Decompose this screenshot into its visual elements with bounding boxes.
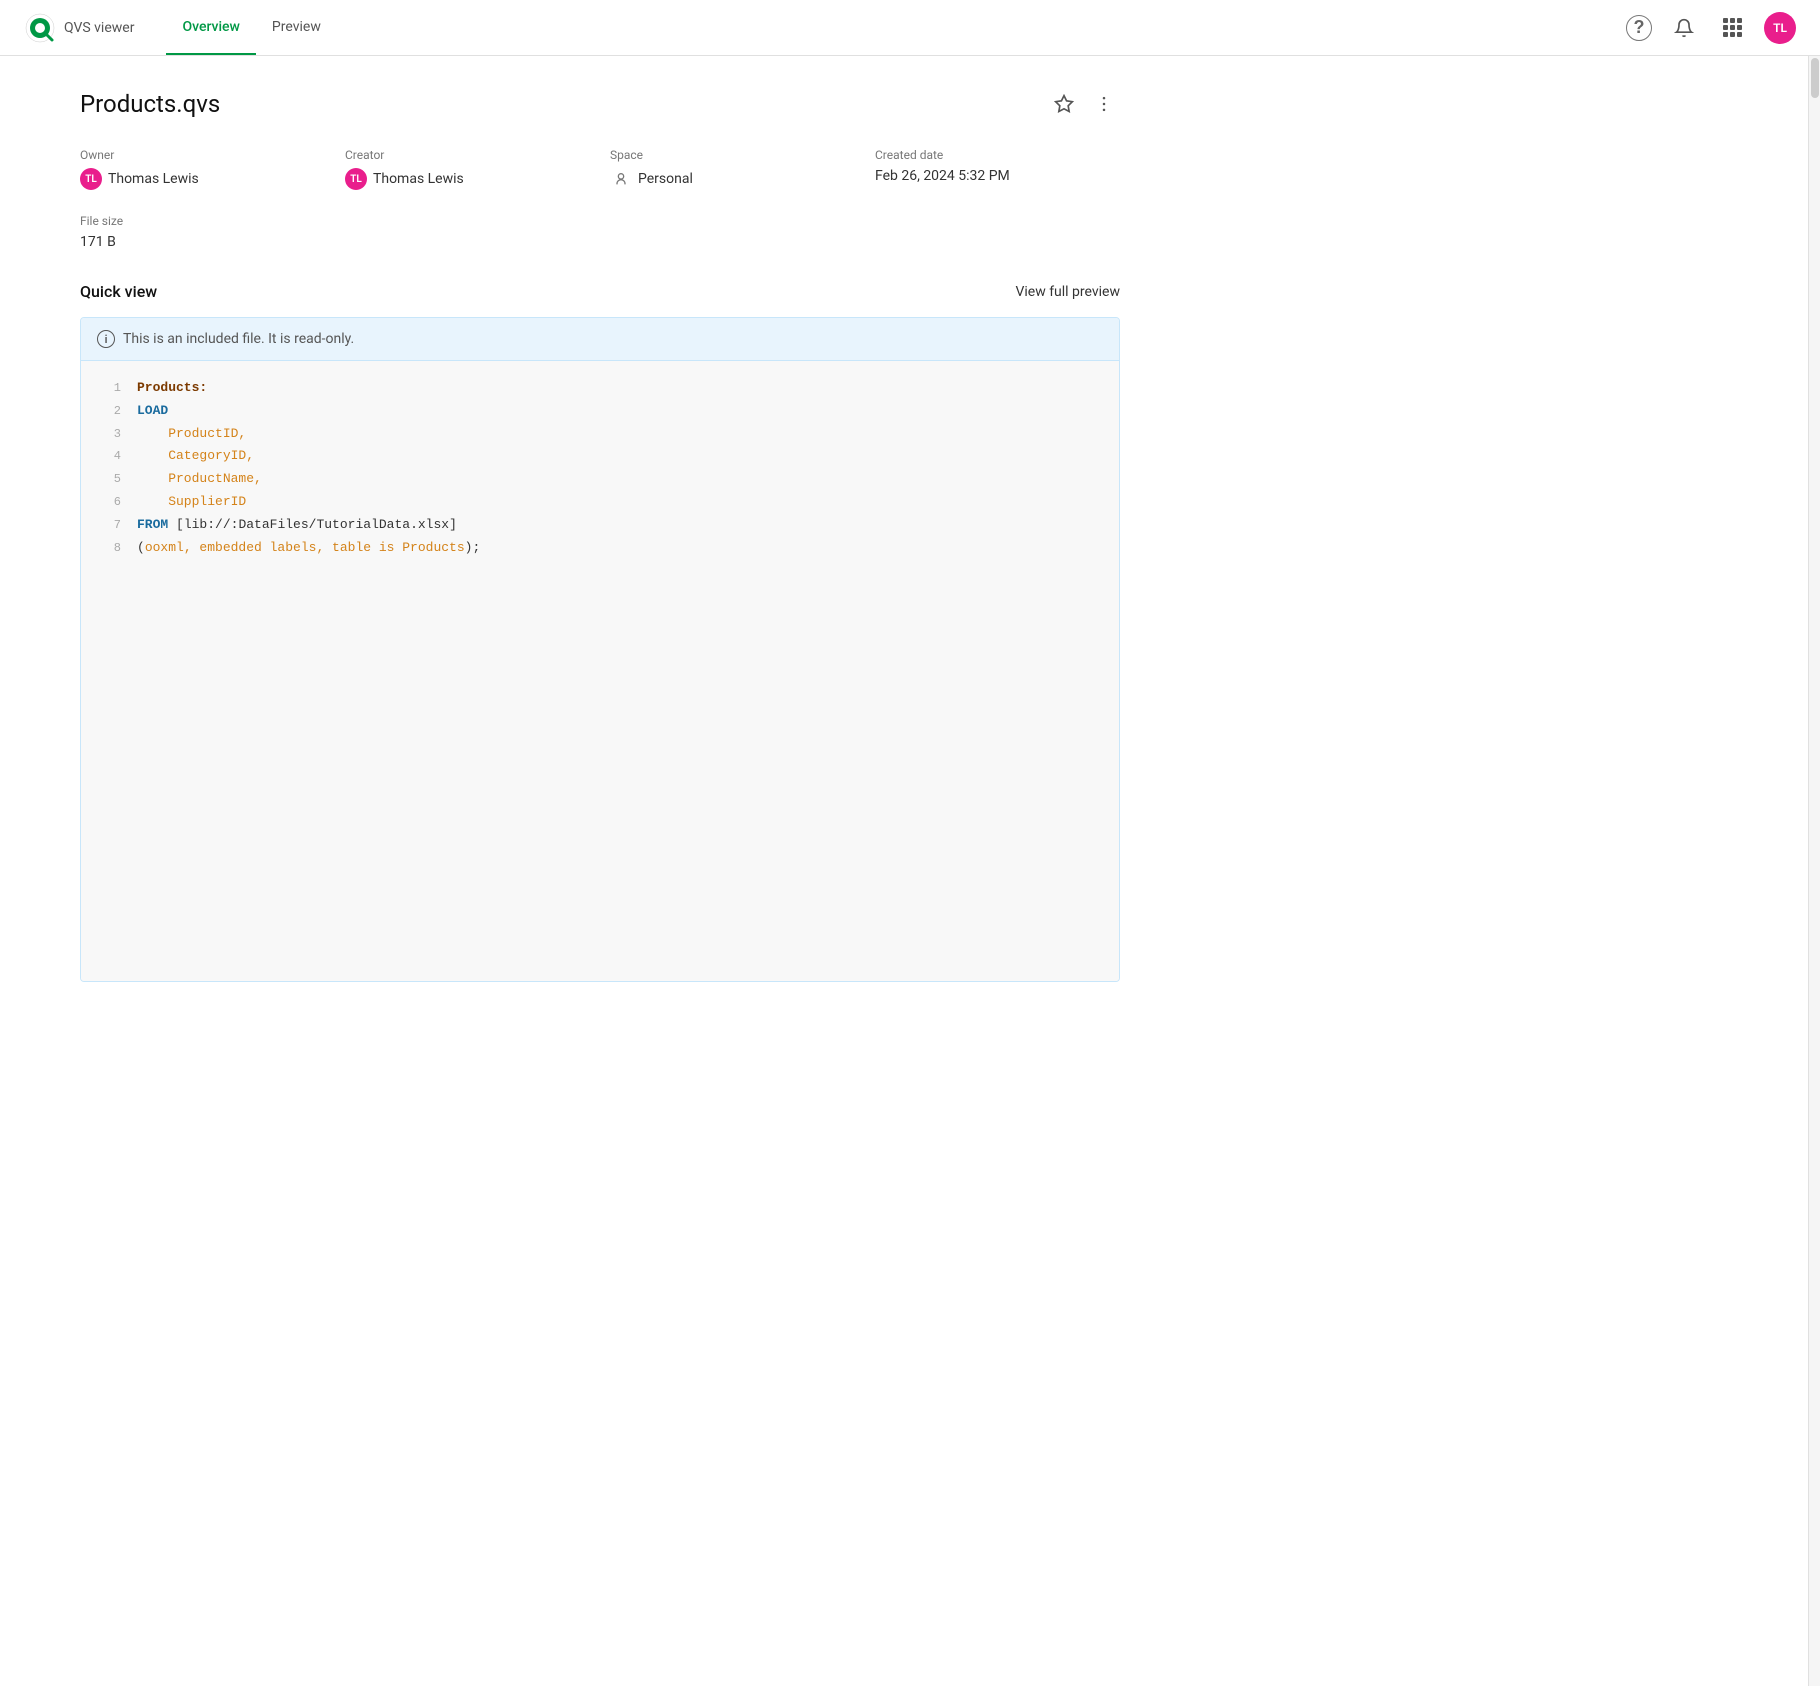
owner-name: Thomas Lewis xyxy=(108,171,199,187)
favorite-button[interactable] xyxy=(1048,88,1080,120)
meta-owner: Owner TL Thomas Lewis xyxy=(80,148,325,190)
line-num-3: 3 xyxy=(97,425,121,444)
created-date: Feb 26, 2024 5:32 PM xyxy=(875,168,1010,184)
readonly-banner: i This is an included file. It is read-o… xyxy=(81,318,1119,361)
view-full-preview-link[interactable]: View full preview xyxy=(1015,284,1120,300)
code-text-7: FROM [lib://:DataFiles/TutorialData.xlsx… xyxy=(137,515,457,536)
metadata-grid: Owner TL Thomas Lewis Creator TL Thomas … xyxy=(80,148,1120,190)
code-text-2: LOAD xyxy=(137,401,168,422)
code-line-8: 8 (ooxml, embedded labels, table is Prod… xyxy=(81,537,1119,560)
more-icon xyxy=(1094,94,1114,114)
space-label: Space xyxy=(610,148,855,162)
line-num-7: 7 xyxy=(97,516,121,535)
space-icon xyxy=(610,168,632,190)
filesize-text: 171 B xyxy=(80,234,116,250)
filesize-row: File size 171 B xyxy=(80,214,1120,250)
code-text-1: Products: xyxy=(137,378,207,399)
more-options-button[interactable] xyxy=(1088,88,1120,120)
code-text-3: ProductID, xyxy=(137,424,246,445)
creator-label: Creator xyxy=(345,148,590,162)
code-line-1: 1 Products: xyxy=(81,377,1119,400)
scrollbar[interactable] xyxy=(1808,56,1820,1686)
line-num-8: 8 xyxy=(97,539,121,558)
help-button[interactable]: ? xyxy=(1626,15,1652,41)
page-title-row: Products.qvs xyxy=(80,88,1120,120)
meta-creator: Creator TL Thomas Lewis xyxy=(345,148,590,190)
owner-value: TL Thomas Lewis xyxy=(80,168,325,190)
main-content: Products.qvs Owner TL Thomas Lewis xyxy=(0,56,1200,1014)
line-num-6: 6 xyxy=(97,493,121,512)
info-icon: i xyxy=(97,330,115,348)
star-icon xyxy=(1054,94,1074,114)
code-line-2: 2 LOAD xyxy=(81,400,1119,423)
line-num-2: 2 xyxy=(97,402,121,421)
title-actions xyxy=(1048,88,1120,120)
app-launcher-button[interactable] xyxy=(1716,12,1748,44)
bell-icon xyxy=(1674,18,1694,38)
code-line-5: 5 ProductName, xyxy=(81,468,1119,491)
code-text-4: CategoryID, xyxy=(137,446,254,467)
main-nav: Overview Preview xyxy=(166,0,336,55)
code-text-6: SupplierID xyxy=(137,492,246,513)
filesize-label: File size xyxy=(80,214,1120,228)
space-name: Personal xyxy=(638,171,693,187)
line-num-1: 1 xyxy=(97,379,121,398)
scroll-thumb xyxy=(1811,58,1819,98)
line-num-5: 5 xyxy=(97,470,121,489)
code-text-5: ProductName, xyxy=(137,469,262,490)
user-avatar[interactable]: TL xyxy=(1764,12,1796,44)
quickview-title: Quick view xyxy=(80,282,157,301)
readonly-message: This is an included file. It is read-onl… xyxy=(123,331,354,347)
header-actions: ? TL xyxy=(1626,12,1796,44)
tab-overview[interactable]: Overview xyxy=(166,0,255,55)
line-num-4: 4 xyxy=(97,447,121,466)
created-value: Feb 26, 2024 5:32 PM xyxy=(875,168,1120,184)
quickview-header: Quick view View full preview xyxy=(80,282,1120,301)
code-line-7: 7 FROM [lib://:DataFiles/TutorialData.xl… xyxy=(81,514,1119,537)
creator-value: TL Thomas Lewis xyxy=(345,168,590,190)
creator-avatar: TL xyxy=(345,168,367,190)
creator-name: Thomas Lewis xyxy=(373,171,464,187)
tab-preview[interactable]: Preview xyxy=(256,0,337,55)
grid-icon xyxy=(1723,18,1742,37)
app-name-label: QVS viewer xyxy=(64,20,134,36)
meta-space: Space Personal xyxy=(610,148,855,190)
code-viewer: i This is an included file. It is read-o… xyxy=(80,317,1120,982)
app-header: QVS viewer Overview Preview ? TL xyxy=(0,0,1820,56)
code-area: 1 Products: 2 LOAD 3 ProductID, 4 Catego… xyxy=(81,361,1119,981)
space-value: Personal xyxy=(610,168,855,190)
meta-created: Created date Feb 26, 2024 5:32 PM xyxy=(875,148,1120,190)
code-line-4: 4 CategoryID, xyxy=(81,445,1119,468)
code-text-8: (ooxml, embedded labels, table is Produc… xyxy=(137,538,480,559)
notifications-button[interactable] xyxy=(1668,12,1700,44)
created-label: Created date xyxy=(875,148,1120,162)
owner-avatar: TL xyxy=(80,168,102,190)
page-title: Products.qvs xyxy=(80,90,220,118)
filesize-value: 171 B xyxy=(80,234,1120,250)
qlik-logo: QVS viewer xyxy=(24,12,150,44)
code-line-3: 3 ProductID, xyxy=(81,423,1119,446)
code-line-6: 6 SupplierID xyxy=(81,491,1119,514)
qlik-logo-icon xyxy=(24,12,56,44)
owner-label: Owner xyxy=(80,148,325,162)
